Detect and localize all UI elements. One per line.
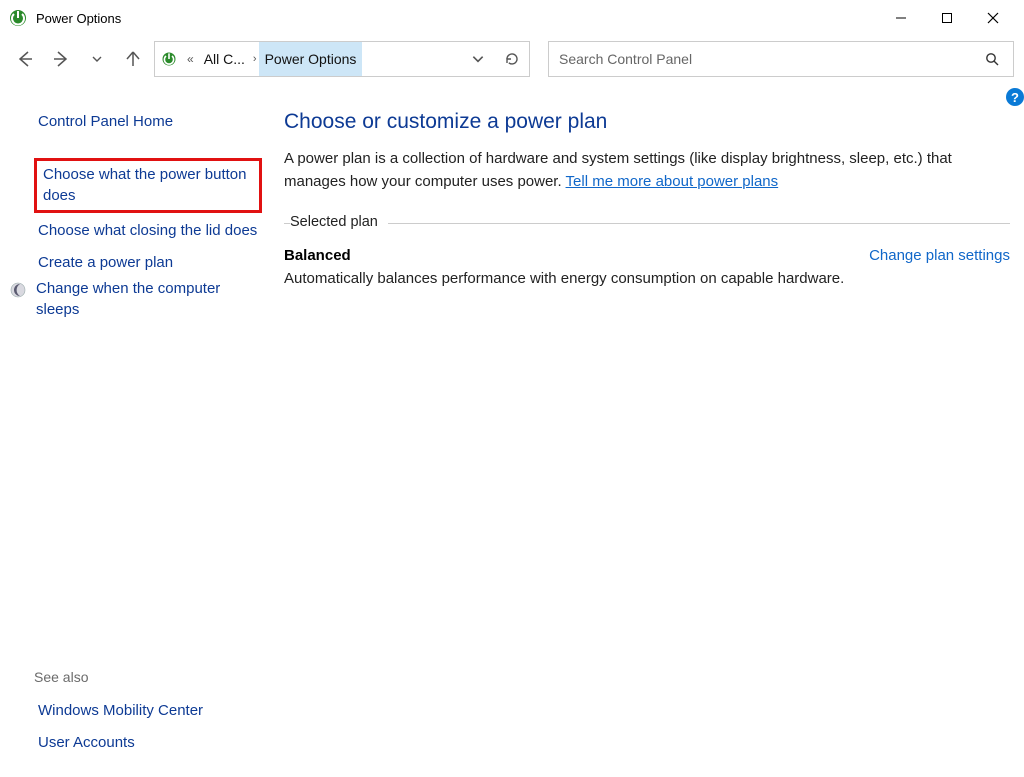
main-panel: ? Choose or customize a power plan A pow…	[276, 82, 1024, 777]
see-also-label: See also	[34, 669, 262, 685]
power-options-icon	[8, 8, 28, 28]
breadcrumb-item-power-options[interactable]: Power Options	[259, 42, 363, 76]
window-title: Power Options	[36, 11, 121, 26]
link-learn-more-power-plans[interactable]: Tell me more about power plans	[566, 173, 779, 190]
sidebar-item-power-button-highlighted: Choose what the power button does	[34, 158, 262, 213]
moon-icon	[10, 282, 26, 298]
divider	[284, 223, 1010, 224]
toolbar: « All C... › Power Options	[0, 36, 1024, 82]
search-icon[interactable]	[981, 52, 1003, 67]
help-icon[interactable]: ?	[1006, 88, 1024, 106]
selected-plan-label: Selected plan	[290, 214, 388, 230]
address-bar[interactable]: « All C... › Power Options	[154, 41, 530, 77]
refresh-button[interactable]	[495, 42, 529, 76]
page-description: A power plan is a collection of hardware…	[284, 148, 1004, 193]
back-button[interactable]	[10, 44, 40, 74]
link-windows-mobility-center[interactable]: Windows Mobility Center	[34, 695, 262, 727]
plan-name: Balanced	[284, 247, 351, 264]
control-panel-home-link[interactable]: Control Panel Home	[34, 106, 262, 138]
power-options-icon	[155, 51, 183, 67]
breadcrumb-overflow-icon[interactable]: «	[183, 52, 198, 66]
link-user-accounts[interactable]: User Accounts	[34, 727, 262, 759]
search-box[interactable]	[548, 41, 1014, 77]
titlebar: Power Options	[0, 0, 1024, 36]
link-change-sleep[interactable]: Change when the computer sleeps	[32, 279, 262, 326]
breadcrumb-item-all-control-panel[interactable]: All C...	[198, 42, 251, 76]
link-choose-closing-lid[interactable]: Choose what closing the lid does	[34, 215, 262, 247]
sidebar-item-sleep: Change when the computer sleeps	[34, 279, 262, 326]
minimize-button[interactable]	[878, 2, 924, 34]
selected-plan-section-header: Selected plan	[284, 213, 1010, 233]
link-change-plan-settings[interactable]: Change plan settings	[869, 247, 1010, 264]
up-button[interactable]	[118, 44, 148, 74]
page-heading: Choose or customize a power plan	[284, 110, 1010, 134]
content-area: Control Panel Home Choose what the power…	[0, 82, 1024, 777]
chevron-right-icon[interactable]: ›	[251, 53, 259, 65]
link-choose-power-button[interactable]: Choose what the power button does	[43, 165, 253, 206]
forward-button[interactable]	[46, 44, 76, 74]
search-input[interactable]	[559, 51, 981, 67]
address-dropdown-button[interactable]	[461, 42, 495, 76]
close-button[interactable]	[970, 2, 1016, 34]
plan-row: Balanced Change plan settings	[284, 247, 1010, 264]
plan-description: Automatically balances performance with …	[284, 270, 1010, 287]
link-create-power-plan[interactable]: Create a power plan	[34, 247, 262, 279]
recent-locations-dropdown[interactable]	[82, 44, 112, 74]
sidebar: Control Panel Home Choose what the power…	[0, 82, 276, 777]
see-also-section: See also Windows Mobility Center User Ac…	[34, 669, 262, 760]
maximize-button[interactable]	[924, 2, 970, 34]
